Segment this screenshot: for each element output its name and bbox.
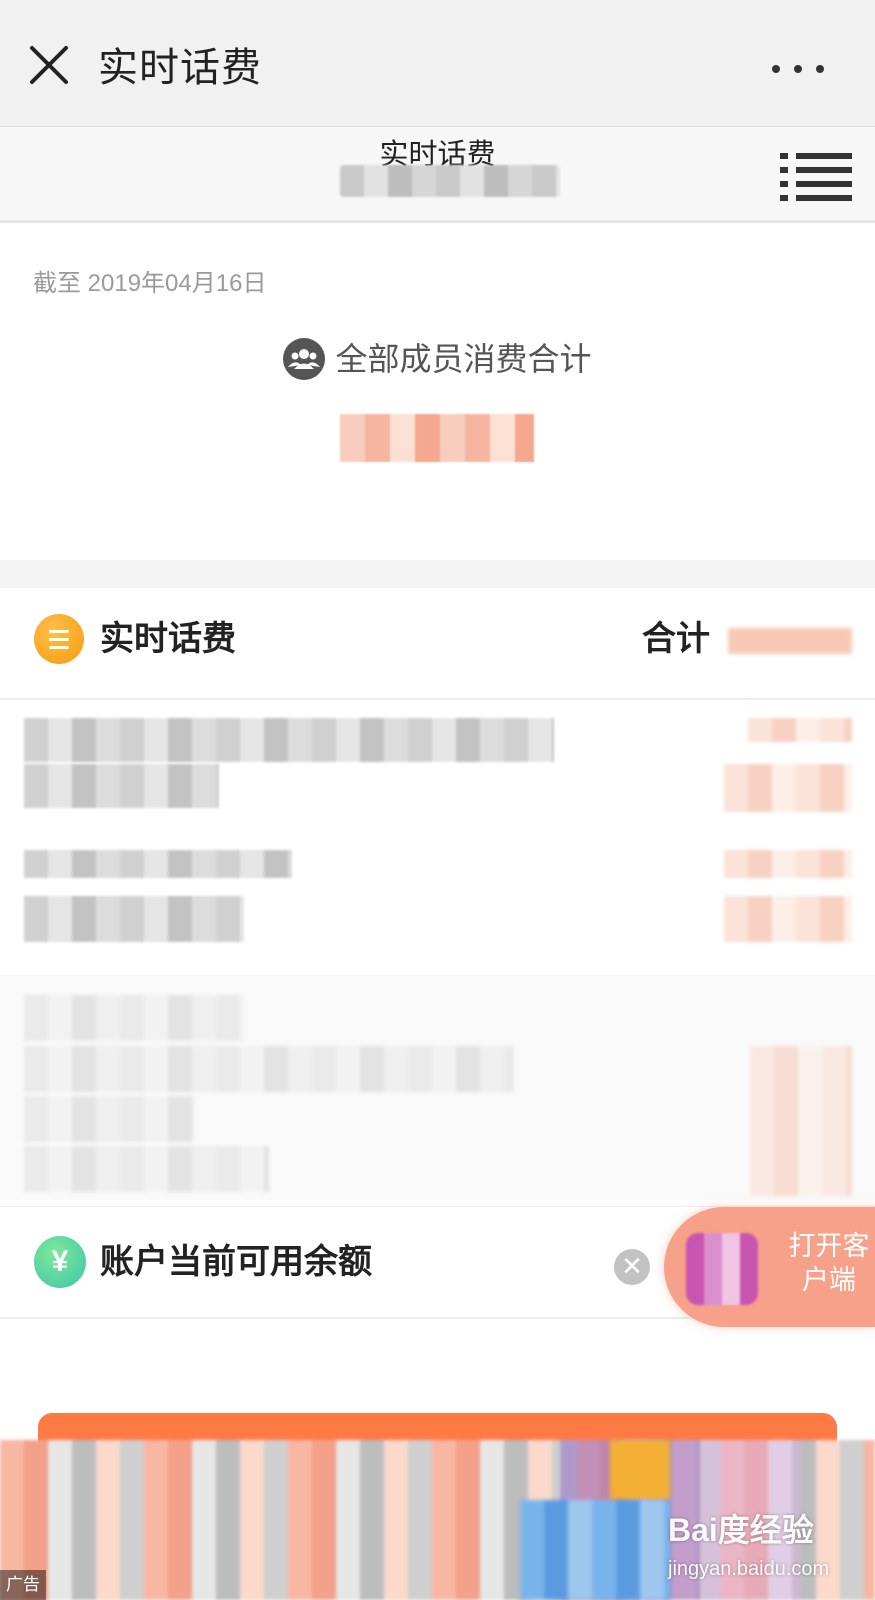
ad-image-redacted <box>520 1500 670 1600</box>
total-label: 合计 <box>642 620 710 658</box>
list-icon[interactable] <box>780 153 852 203</box>
group-icon <box>283 338 326 380</box>
page-title: 实时话费 <box>98 46 262 90</box>
usage-item-redacted <box>24 1046 514 1092</box>
watermark-logo: Bai度经验 <box>668 1512 814 1548</box>
section-divider <box>0 560 875 588</box>
phone-number-redacted <box>340 165 560 197</box>
realtime-section-title: 实时话费 <box>100 620 236 658</box>
realtime-section-header: 实时话费 合计 <box>0 588 875 700</box>
open-client-button[interactable]: 打开客户端 <box>664 1207 875 1327</box>
more-dots-icon[interactable] <box>772 52 838 86</box>
close-icon[interactable] <box>22 38 78 94</box>
total-value-redacted <box>728 628 852 654</box>
usage-item-redacted <box>24 896 244 942</box>
client-logo-redacted <box>686 1233 758 1305</box>
usage-value-redacted <box>750 1046 852 1196</box>
members-total-label: 全部成员消费合计 <box>335 341 592 377</box>
usage-item-redacted <box>24 1146 269 1192</box>
usage-value-redacted <box>724 896 852 942</box>
usage-item-redacted <box>24 718 554 762</box>
close-circle-icon[interactable]: ✕ <box>614 1249 650 1285</box>
top-nav-bar: 实时话费 <box>0 0 875 127</box>
usage-value-redacted <box>748 718 852 742</box>
usage-item-redacted <box>24 1096 194 1142</box>
sub-header: 实时话费 <box>0 127 875 223</box>
members-total-row: 全部成员消费合计 <box>0 334 875 384</box>
usage-item-redacted <box>24 850 292 878</box>
menu-list-icon <box>34 614 84 664</box>
usage-item-redacted <box>24 995 244 1041</box>
usage-value-redacted <box>724 764 852 812</box>
ad-tag: 广告 <box>0 1570 46 1600</box>
usage-value-redacted <box>724 850 852 878</box>
total-amount-redacted <box>340 414 534 462</box>
usage-item-redacted <box>24 764 219 808</box>
balance-label: 账户当前可用余额 <box>100 1243 372 1281</box>
open-client-label: 打开客户端 <box>788 1231 870 1295</box>
watermark-url: jingyan.baidu.com <box>668 1558 830 1580</box>
baidu-jingyan-watermark: Bai度经验 jingyan.baidu.com <box>660 1510 860 1594</box>
yuan-icon: ¥ <box>34 1236 86 1288</box>
as-of-date: 截至 2019年04月16日 <box>33 270 267 297</box>
ad-image-redacted <box>610 1440 670 1500</box>
